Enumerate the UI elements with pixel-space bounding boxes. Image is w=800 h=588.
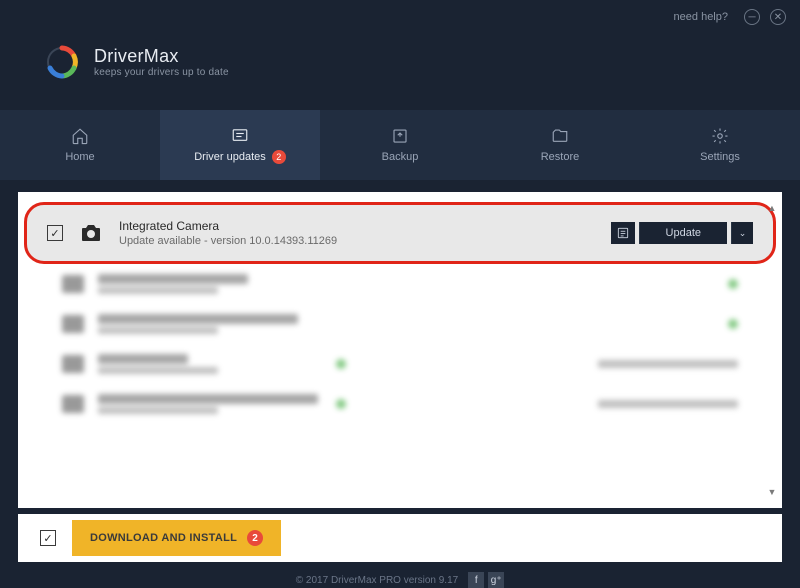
camera-icon — [77, 222, 105, 244]
driver-row-blurred — [42, 344, 758, 384]
install-label: DOWNLOAD AND INSTALL — [90, 532, 237, 544]
app-tagline: keeps your drivers up to date — [94, 67, 229, 78]
main-nav: Home Driver updates 2 Backup Restore Set… — [0, 110, 800, 180]
home-icon — [70, 127, 90, 145]
driver-list: ▲ ▼ Integrated Camera Update available -… — [18, 192, 782, 508]
updates-icon — [230, 126, 250, 144]
nav-driver-updates[interactable]: Driver updates 2 — [160, 110, 320, 180]
driver-subtitle: Update available - version 10.0.14393.11… — [119, 235, 597, 247]
nav-backup[interactable]: Backup — [320, 110, 480, 180]
driver-row-highlighted: Integrated Camera Update available - ver… — [24, 202, 776, 264]
app-title: DriverMax — [94, 46, 229, 67]
minimize-button[interactable]: ─ — [744, 9, 760, 25]
titlebar: need help? ─ ✕ — [0, 0, 800, 34]
row-checkbox[interactable] — [47, 225, 63, 241]
header-text: DriverMax keeps your drivers up to date — [94, 46, 229, 78]
driver-row-blurred — [42, 264, 758, 304]
copyright-text: © 2017 DriverMax PRO version 9.17 — [296, 575, 458, 586]
close-button[interactable]: ✕ — [770, 9, 786, 25]
scroll-up-icon[interactable]: ▲ — [766, 202, 778, 214]
install-button[interactable]: DOWNLOAD AND INSTALL 2 — [72, 520, 281, 556]
scrollbar[interactable]: ▲ ▼ — [766, 202, 778, 498]
driver-text: Integrated Camera Update available - ver… — [119, 219, 597, 247]
update-button[interactable]: Update — [639, 222, 727, 244]
app-logo-icon — [42, 42, 82, 82]
nav-label: Restore — [541, 151, 580, 163]
nav-label: Home — [65, 151, 94, 163]
nav-label: Driver updates — [194, 151, 266, 163]
driver-title: Integrated Camera — [119, 219, 597, 233]
details-button[interactable] — [611, 222, 635, 244]
settings-icon — [710, 127, 730, 145]
scroll-down-icon[interactable]: ▼ — [766, 486, 778, 498]
install-badge: 2 — [247, 530, 263, 546]
backup-icon — [390, 127, 410, 145]
nav-label: Settings — [700, 151, 740, 163]
nav-label: Backup — [382, 151, 419, 163]
updates-badge: 2 — [272, 150, 286, 164]
help-link[interactable]: need help? — [674, 11, 728, 23]
update-dropdown[interactable]: ⌄ — [731, 222, 753, 244]
select-all-checkbox[interactable] — [40, 530, 56, 546]
restore-icon — [550, 127, 570, 145]
google-plus-icon[interactable]: g⁺ — [488, 572, 504, 588]
row-actions: Update ⌄ — [611, 222, 753, 244]
nav-home[interactable]: Home — [0, 110, 160, 180]
footer-bar: DOWNLOAD AND INSTALL 2 — [18, 514, 782, 562]
driver-row-blurred — [42, 304, 758, 344]
nav-restore[interactable]: Restore — [480, 110, 640, 180]
copyright-bar: © 2017 DriverMax PRO version 9.17 f g⁺ — [0, 572, 800, 588]
driver-row-blurred — [42, 384, 758, 424]
social-links: f g⁺ — [468, 572, 504, 588]
nav-settings[interactable]: Settings — [640, 110, 800, 180]
facebook-icon[interactable]: f — [468, 572, 484, 588]
app-header: DriverMax keeps your drivers up to date — [0, 34, 800, 90]
